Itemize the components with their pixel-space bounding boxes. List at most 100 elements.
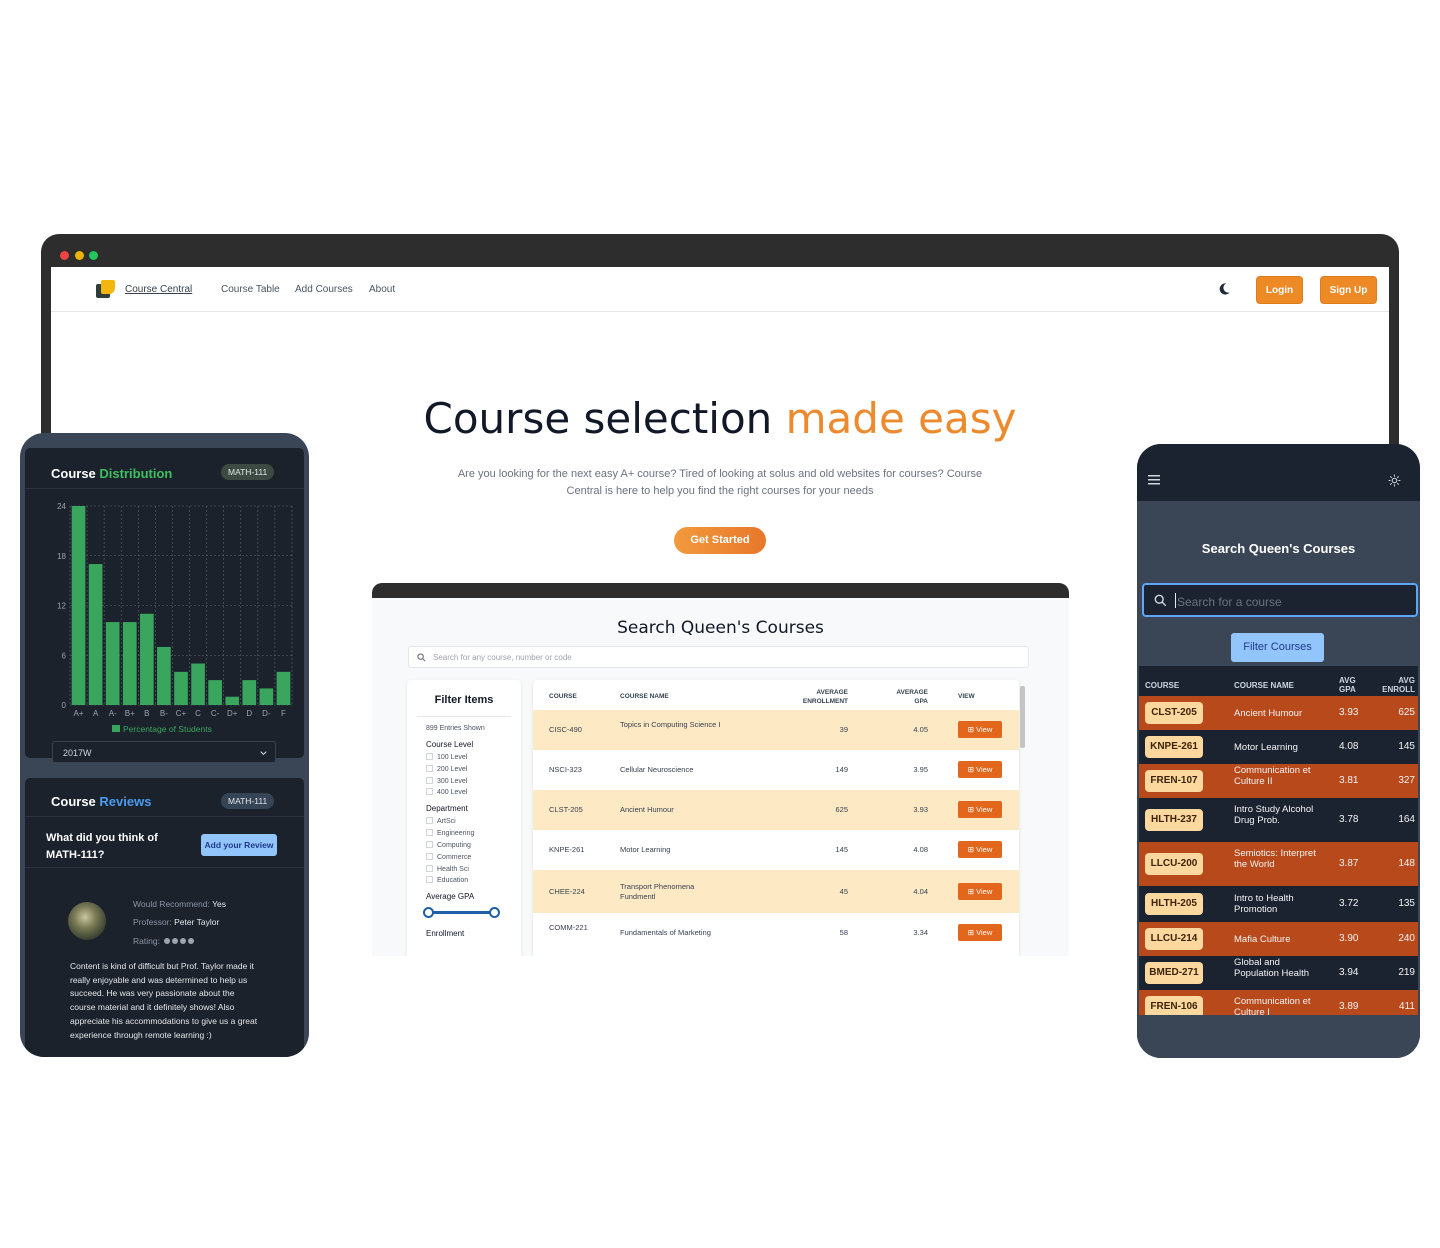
checkbox-education[interactable]: Education bbox=[426, 876, 468, 884]
cell-enrollment: 58 bbox=[839, 928, 848, 937]
gpa-range-slider[interactable] bbox=[423, 907, 500, 918]
checkbox-computing[interactable]: Computing bbox=[426, 841, 471, 849]
view-button[interactable]: ⊞ View bbox=[958, 761, 1002, 778]
get-started-button[interactable]: Get Started bbox=[674, 527, 766, 554]
distribution-card: Course Distribution MATH-111 0 6 12 18 24 A+ A… bbox=[25, 448, 304, 763]
filter-courses-button[interactable]: Filter Courses bbox=[1231, 633, 1324, 662]
bar-F bbox=[276, 671, 291, 705]
course-code-badge[interactable]: KNPE-261 bbox=[1145, 736, 1203, 758]
nav-link-add-courses[interactable]: Add Courses bbox=[295, 284, 353, 295]
table-row: CISC-490 Topics in Computing Science I 39 4… bbox=[533, 710, 1019, 750]
rating-line: Rating: bbox=[133, 936, 195, 946]
checkbox-health-sci[interactable]: Health Sci bbox=[426, 865, 469, 873]
window-close-dot bbox=[60, 251, 69, 260]
table-row: LLCU-200 Semiotics: Interpret the World 3.… bbox=[1139, 842, 1418, 886]
cell-gpa: 3.95 bbox=[913, 765, 928, 774]
bar-B- bbox=[157, 646, 171, 705]
view-button[interactable]: ⊞ View bbox=[958, 801, 1002, 818]
title-part: Course bbox=[51, 466, 100, 481]
mobile-course-table: COURSE COURSE NAME AVG GPA AVG ENROLL CLST… bbox=[1139, 666, 1418, 1015]
rating-dot-icon bbox=[188, 938, 195, 944]
table-row: CHEE-224 Transport Phenomena Fundmentl 45 4… bbox=[533, 870, 1019, 913]
cell-gpa: 4.08 bbox=[913, 845, 928, 854]
sun-icon[interactable] bbox=[1388, 474, 1401, 487]
bar-A- bbox=[105, 622, 120, 705]
course-code-badge[interactable]: HLTH-237 bbox=[1145, 809, 1203, 831]
legend-swatch bbox=[112, 725, 120, 732]
x-tick-label: A+ bbox=[74, 709, 84, 718]
term-select[interactable]: 2017W bbox=[52, 741, 276, 763]
recommend-line: Would Recommend: Yes bbox=[133, 899, 226, 909]
bar-D bbox=[242, 680, 257, 705]
nav-link-course-table[interactable]: Course Table bbox=[221, 284, 280, 295]
mobile-page-title: Search Queen's Courses bbox=[1201, 541, 1356, 556]
bar-C+ bbox=[174, 671, 188, 705]
course-badge: MATH-111 bbox=[221, 464, 275, 480]
right-phone-mockup: Search Queen's Courses Search for a cour… bbox=[1137, 444, 1420, 1058]
cell-gpa: 3.90 bbox=[1339, 933, 1359, 944]
cell-enrollment: 145 bbox=[1398, 741, 1415, 752]
course-search-input[interactable]: Search for any course, number or code bbox=[408, 646, 1029, 668]
table-row: LLCU-214 Mafia Culture 3.90 240 bbox=[1139, 922, 1418, 956]
cell-course-code: CHEE-224 bbox=[549, 886, 585, 896]
course-code-badge[interactable]: LLCU-200 bbox=[1145, 853, 1203, 875]
signup-button[interactable]: Sign Up bbox=[1320, 276, 1377, 304]
mobile-search-input[interactable]: Search for a course bbox=[1142, 583, 1418, 617]
nav-link-about[interactable]: About bbox=[369, 284, 395, 295]
cell-course-name: Ancient Humour bbox=[620, 805, 674, 814]
view-button[interactable]: ⊞ View bbox=[958, 882, 1002, 900]
view-button[interactable]: ⊞ View bbox=[958, 924, 1002, 941]
divider bbox=[417, 716, 511, 717]
cell-enrollment: 219 bbox=[1398, 967, 1415, 978]
slider-min-handle[interactable] bbox=[423, 907, 434, 918]
course-code-badge[interactable]: LLCU-214 bbox=[1145, 928, 1203, 950]
checkbox-label: 200 Level bbox=[437, 766, 468, 773]
text-cursor bbox=[1175, 593, 1176, 608]
divider bbox=[25, 816, 304, 817]
header-text: AVERAGE bbox=[896, 689, 928, 696]
view-button[interactable]: ⊞ View bbox=[958, 841, 1002, 858]
bar-D+ bbox=[225, 696, 240, 705]
checkbox-100-level[interactable]: 100 Level bbox=[426, 753, 467, 761]
cell-course-code: CLST-205 bbox=[549, 805, 583, 814]
slider-max-handle[interactable] bbox=[489, 907, 500, 918]
cell-course-name: Intro to Health Promotion bbox=[1234, 893, 1294, 915]
table-row: BMED-271 Global and Population Health 3.94… bbox=[1139, 956, 1418, 990]
cell-course-name: Semiotics: Interpret the World bbox=[1234, 847, 1316, 870]
checkbox-400-level[interactable]: 400 Level bbox=[426, 788, 467, 796]
checkbox-engineering[interactable]: Engineering bbox=[426, 829, 474, 837]
course-code-badge[interactable]: HLTH-205 bbox=[1145, 893, 1203, 915]
course-code-badge[interactable]: BMED-271 bbox=[1145, 962, 1203, 984]
x-tick-label: C bbox=[195, 709, 201, 718]
gpa-heading: Average GPA bbox=[426, 892, 475, 901]
window-maximize-dot bbox=[89, 251, 98, 260]
course-badge: MATH-111 bbox=[221, 793, 275, 809]
x-tick-label: D+ bbox=[227, 709, 238, 718]
view-button[interactable]: ⊞ View bbox=[958, 721, 1002, 738]
professor-line: Professor: Peter Taylor bbox=[133, 917, 219, 927]
checkbox-label: Education bbox=[437, 877, 469, 884]
checkbox-300-level[interactable]: 300 Level bbox=[426, 777, 467, 785]
search-placeholder: Search for any course, number or code bbox=[433, 653, 572, 662]
login-button[interactable]: Login bbox=[1256, 276, 1303, 304]
header-avg-gpa: AVG GPA bbox=[1339, 676, 1356, 694]
header-text: ENROLLMENT bbox=[802, 698, 848, 705]
x-tick-label: D bbox=[246, 709, 252, 718]
review-question: What did you think of MATH-111? bbox=[46, 832, 158, 861]
header-text: AVERAGE bbox=[816, 689, 848, 696]
checkbox-artsci[interactable]: ArtSci bbox=[426, 817, 456, 825]
course-code-badge[interactable]: FREN-106 bbox=[1145, 996, 1203, 1015]
checkbox-200-level[interactable]: 200 Level bbox=[426, 765, 467, 773]
course-code-badge[interactable]: CLST-205 bbox=[1145, 702, 1203, 724]
dark-mode-toggle-icon[interactable] bbox=[1217, 282, 1231, 296]
checkbox-commerce[interactable]: Commerce bbox=[426, 853, 471, 861]
course-code-badge[interactable]: FREN-107 bbox=[1145, 770, 1203, 792]
table-scrollbar[interactable] bbox=[1020, 686, 1025, 748]
rating-dot-icon bbox=[180, 938, 187, 944]
add-review-button[interactable]: Add your Review bbox=[201, 834, 277, 856]
brand-link[interactable]: Course Central bbox=[125, 284, 192, 295]
bar-B+ bbox=[122, 622, 137, 705]
cell-course-name: Communication et Culture II bbox=[1234, 764, 1311, 787]
hamburger-menu-icon[interactable] bbox=[1148, 475, 1160, 485]
table-row: NSCI-323 Cellular Neuroscience 149 3.95 ⊞ Vi… bbox=[533, 750, 1019, 790]
